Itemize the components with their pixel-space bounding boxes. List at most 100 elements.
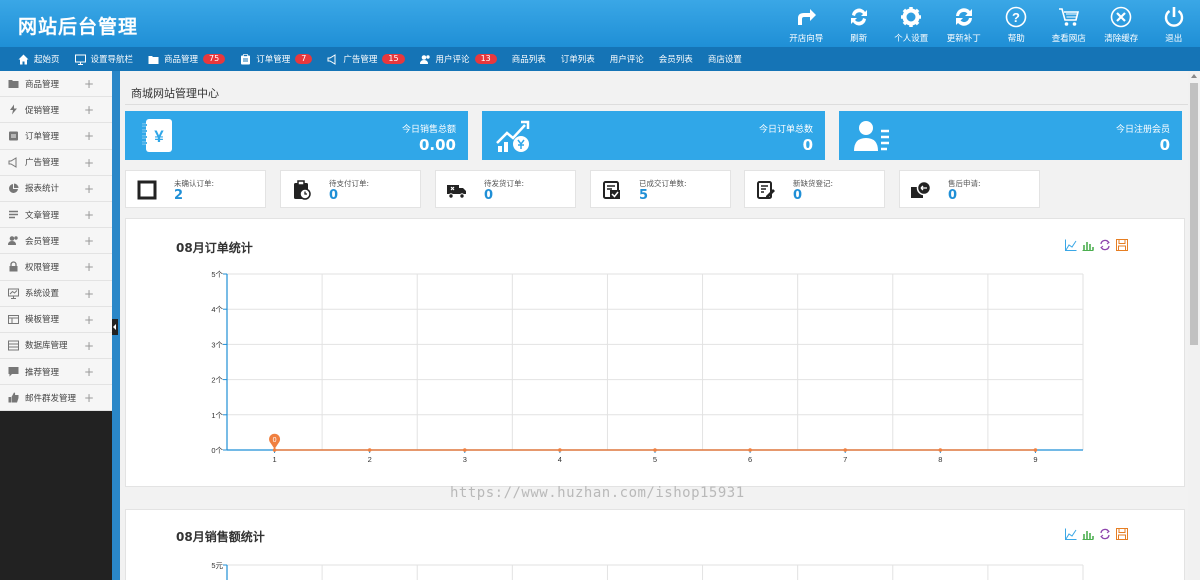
logout-button[interactable]: 退出 — [1148, 0, 1200, 47]
y-tick-label: 0个 — [211, 446, 223, 455]
sidebar-item-database[interactable]: 数据库管理 + — [0, 333, 112, 360]
desktop-icon — [8, 288, 19, 299]
expand-icon[interactable]: + — [84, 287, 94, 301]
sidebar-collapse-handle[interactable] — [112, 319, 118, 335]
bolt-icon — [8, 104, 19, 115]
sidebar-item-reports[interactable]: 报表统计 + — [0, 176, 112, 202]
help-button[interactable]: ? 帮助 — [990, 0, 1043, 47]
expand-icon[interactable]: + — [84, 313, 94, 327]
top-nav: 起始页 设置导航栏 商品管理 75 订单管理 7 广告管理 15 用户评论 13… — [0, 47, 1200, 71]
x-tick-label: 5 — [653, 455, 657, 464]
sidebar-item-recommendations[interactable]: 推荐管理 + — [0, 359, 112, 386]
folder-icon — [148, 54, 159, 65]
products-count-badge: 75 — [203, 54, 226, 64]
data-point — [462, 448, 467, 452]
home-icon — [18, 54, 29, 65]
sidebar-item-promotions[interactable]: 促销管理 + — [0, 97, 112, 124]
nav-item-home[interactable]: 起始页 — [18, 53, 60, 65]
scroll-up-arrow-icon[interactable] — [1191, 74, 1197, 78]
database-icon — [8, 340, 19, 351]
sidebar-item-orders[interactable]: 订单管理 + — [0, 123, 112, 150]
sidebar-item-ads[interactable]: 广告管理 + — [0, 150, 112, 176]
comment-icon — [8, 366, 19, 377]
order-line-chart: 0个 1个 2个 3个 4个 5个 1 2 3 4 5 6 7 8 9 0 — [211, 270, 1084, 464]
x-tick-label: 6 — [748, 455, 752, 464]
mini-stat-after-sales[interactable]: 售后申请: 0 — [899, 170, 1040, 208]
clipboard-icon — [240, 53, 251, 65]
megaphone-icon — [327, 53, 338, 65]
scroll-thumb[interactable] — [1190, 83, 1198, 345]
expand-icon[interactable]: + — [84, 156, 94, 170]
expand-icon[interactable]: + — [84, 391, 94, 405]
nav-item-user-reviews[interactable]: 用户评论 — [610, 53, 644, 65]
sidebar-item-products[interactable]: 商品管理 + — [0, 71, 112, 98]
expand-icon[interactable]: + — [84, 260, 94, 274]
stat-card-sales: ¥ 今日销售总额 0.00 — [125, 111, 468, 160]
data-point — [1033, 448, 1038, 452]
mini-stat-unpaid[interactable]: 待支付订单: 0 — [280, 170, 421, 208]
data-point — [843, 448, 848, 452]
clear-cache-button[interactable]: 清除缓存 — [1095, 0, 1148, 47]
nav-item-product-list[interactable]: 商品列表 — [512, 53, 546, 65]
expand-icon[interactable]: + — [84, 103, 94, 117]
update-patch-button[interactable]: 更新补丁 — [938, 0, 991, 47]
sidebar-item-permissions[interactable]: 权限管理 + — [0, 254, 112, 281]
nav-item-order-list[interactable]: 订单列表 — [561, 53, 595, 65]
x-tick-label: 9 — [1033, 455, 1037, 464]
mini-stat-to-ship[interactable]: 待发货订单: 0 — [435, 170, 576, 208]
nav-item-ads[interactable]: 广告管理 15 — [327, 53, 405, 65]
expand-icon[interactable]: + — [84, 234, 94, 248]
refresh-button[interactable]: 刷新 — [833, 0, 886, 47]
pie-chart-icon — [8, 183, 19, 194]
sync-icon — [952, 5, 976, 29]
data-point — [748, 448, 752, 452]
setup-wizard-button[interactable]: 开店向导 — [780, 0, 833, 47]
sidebar-menu: 商品管理 + 促销管理 + 订单管理 + 广告管理 + 报表统计 + 文章管理 … — [0, 71, 112, 412]
sidebar-item-templates[interactable]: 模板管理 + — [0, 307, 112, 333]
nav-item-nav-settings[interactable]: 设置导航栏 — [74, 53, 133, 65]
expand-icon[interactable]: + — [84, 208, 94, 222]
expand-icon[interactable]: + — [84, 365, 94, 379]
y-tick-label: 3个 — [211, 340, 223, 349]
annotation-label: 0 — [273, 437, 277, 444]
x-tick-label: 3 — [463, 455, 467, 464]
expand-icon[interactable]: + — [84, 182, 94, 196]
expand-icon[interactable]: + — [84, 129, 94, 143]
users-icon — [8, 235, 19, 246]
mini-stat-out-of-stock[interactable]: 新缺货登记: 0 — [744, 170, 885, 208]
folder-icon — [8, 78, 19, 89]
y-tick-label: 5个 — [211, 270, 223, 279]
sidebar-item-mass-mail[interactable]: 邮件群发管理 + — [0, 385, 112, 412]
personal-settings-button[interactable]: 个人设置 — [885, 0, 938, 47]
nav-item-reviews[interactable]: 用户评论 13 — [419, 53, 497, 65]
help-icon: ? — [1004, 5, 1028, 29]
member-card-icon — [851, 117, 891, 155]
expand-icon[interactable]: + — [84, 339, 94, 353]
close-circle-icon — [1109, 5, 1133, 29]
expand-icon[interactable]: + — [84, 77, 94, 91]
users-icon — [419, 54, 431, 65]
page-title: 商城网站管理中心 — [131, 87, 219, 100]
gear-icon — [899, 5, 923, 29]
header-toolbar: 开店向导 刷新 个人设置 更新补丁 ? 帮助 查看网店 清除缓存 退出 — [780, 0, 1200, 47]
sales-line-chart: 5元 — [211, 561, 1084, 580]
stat-card-members: 今日注册会员 0 — [839, 111, 1182, 160]
y-tick-label: 2个 — [211, 376, 223, 385]
data-point — [938, 448, 943, 452]
y-tick-label: 5元 — [211, 561, 223, 570]
vertical-scrollbar[interactable] — [1188, 71, 1200, 580]
sidebar-item-articles[interactable]: 文章管理 + — [0, 202, 112, 229]
mini-stat-completed[interactable]: 已成交订单数: 5 — [590, 170, 731, 208]
sidebar-item-system-settings[interactable]: 系统设置 + — [0, 281, 112, 307]
nav-item-orders[interactable]: 订单管理 7 — [240, 53, 313, 65]
cart-icon — [1057, 5, 1081, 29]
nav-item-member-list[interactable]: 会员列表 — [659, 53, 693, 65]
nav-item-store-settings[interactable]: 商店设置 — [708, 53, 742, 65]
mini-stat-unconfirmed[interactable]: 未确认订单: 2 — [125, 170, 266, 208]
refresh-icon — [847, 5, 871, 29]
list-icon — [8, 209, 19, 220]
sidebar-item-members[interactable]: 会员管理 + — [0, 228, 112, 255]
reviews-count-badge: 13 — [474, 54, 497, 64]
view-store-button[interactable]: 查看网店 — [1043, 0, 1096, 47]
nav-item-products[interactable]: 商品管理 75 — [148, 53, 226, 65]
